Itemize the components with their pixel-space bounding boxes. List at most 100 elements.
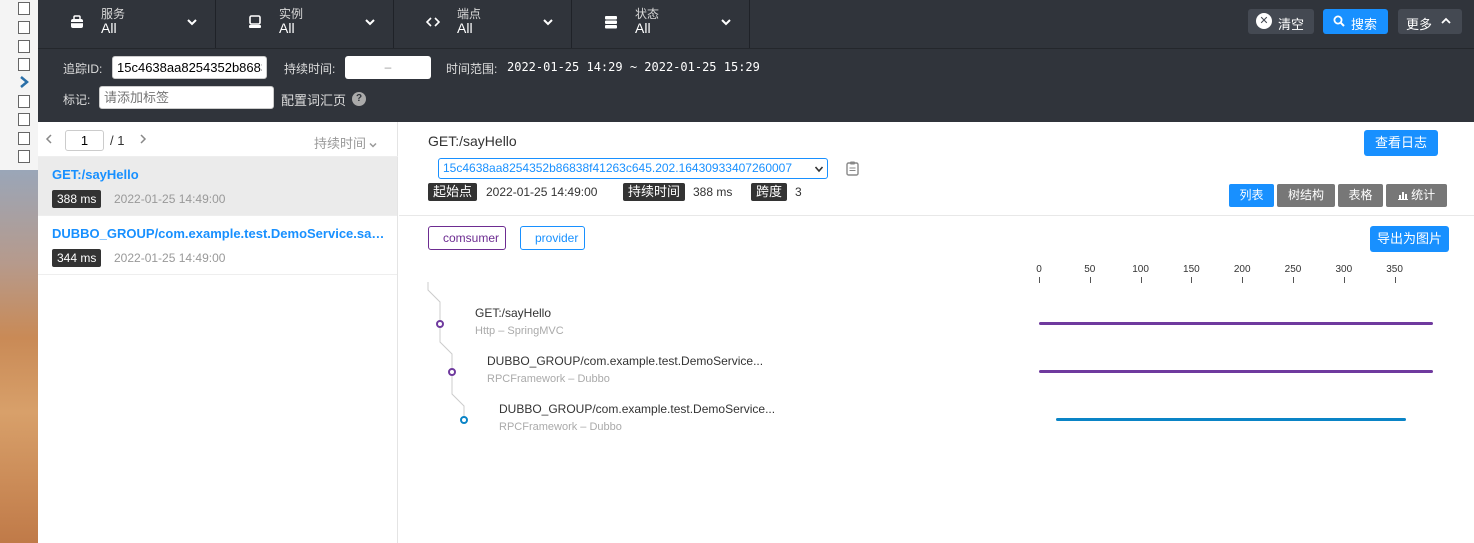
- span-name[interactable]: DUBBO_GROUP/com.example.test.DemoService…: [499, 402, 775, 416]
- file-icon: [18, 132, 30, 145]
- chevron-up-icon: [1441, 17, 1451, 24]
- file-icon: [18, 95, 30, 108]
- chevron-right-icon: [20, 76, 29, 88]
- sort-by-duration[interactable]: 持续时间: [314, 133, 378, 152]
- chevron-left-icon[interactable]: [44, 132, 54, 146]
- help-icon[interactable]: ?: [352, 92, 366, 106]
- more-button[interactable]: 更多: [1398, 9, 1462, 34]
- span-component: RPCFramework – Dubbo: [499, 421, 622, 433]
- trace-time: 2022-01-25 14:49:00: [114, 251, 226, 265]
- file-icon: [18, 113, 30, 126]
- span-component: RPCFramework – Dubbo: [487, 373, 610, 385]
- legend-provider-chip: provider: [520, 226, 586, 250]
- view-list-button[interactable]: 列表: [1229, 184, 1274, 207]
- legend-consumer-chip: comsumer: [428, 226, 507, 250]
- bar-chart-icon: [1397, 192, 1408, 200]
- endpoint-icon: [426, 17, 440, 27]
- start-value: 2022-01-25 14:49:00: [486, 185, 598, 199]
- clear-button[interactable]: ✕ 清空: [1248, 9, 1314, 34]
- trace-id-select[interactable]: 15c4638aa8254352b86838f41263c645.202.164…: [438, 158, 828, 179]
- search-icon: [1333, 15, 1345, 27]
- page-number-input[interactable]: [65, 130, 104, 151]
- view-tree-button[interactable]: 树结构: [1277, 184, 1335, 207]
- page-total: / 1: [110, 133, 125, 148]
- span-duration-bar[interactable]: [1056, 418, 1406, 421]
- desktop-background: [0, 0, 38, 543]
- view-statistics-label: 统计: [1411, 188, 1436, 202]
- chevron-down-icon: [721, 19, 731, 26]
- span-name[interactable]: GET:/sayHello: [475, 306, 551, 320]
- axis-tick-label: 250: [1284, 264, 1302, 275]
- tag-input[interactable]: [99, 86, 274, 109]
- span-duration-bar[interactable]: [1039, 370, 1434, 373]
- trace-list-panel: / 1 持续时间 GET:/sayHello 388 ms 2022-01-25…: [38, 122, 398, 543]
- status-value: All: [635, 20, 651, 36]
- duration-badge: 344 ms: [52, 249, 102, 267]
- axis-tick-label: 100: [1132, 264, 1149, 275]
- span-tree-connectors: [427, 282, 468, 424]
- top-filter-bar: 服务 All 实例 All 端点 All 状态 All ✕ 清空 搜索 更多: [38, 0, 1474, 48]
- desktop-file-list: [0, 0, 38, 170]
- search-label: 搜索: [1351, 17, 1378, 32]
- status-selector[interactable]: 状态 All: [572, 0, 750, 48]
- instance-selector[interactable]: 实例 All: [216, 0, 394, 48]
- start-label-tag: 起始点: [428, 183, 478, 201]
- clipboard-icon[interactable]: [846, 161, 859, 176]
- service-icon: [71, 15, 83, 28]
- endpoint-selector[interactable]: 端点 All: [394, 0, 572, 48]
- close-circle-icon: ✕: [1256, 13, 1272, 29]
- duration-badge: 388 ms: [52, 190, 102, 208]
- axis-tick-label: 150: [1183, 264, 1200, 275]
- duration-label: 持续时间:: [284, 62, 336, 76]
- service-value: All: [101, 20, 117, 36]
- view-logs-button[interactable]: 查看日志: [1364, 130, 1438, 156]
- advanced-filter-panel: 追踪ID: 持续时间: – 时间范围: 2022-01-25 14:29 ~ 2…: [38, 48, 1474, 115]
- header-spacer: [38, 115, 1474, 122]
- sort-label: 持续时间: [314, 136, 367, 151]
- axis-tick-mark: [1140, 277, 1142, 283]
- axis-tick-mark: [1242, 277, 1244, 283]
- axis-tick-label: 0: [1036, 264, 1042, 275]
- axis-tick-mark: [1089, 277, 1091, 283]
- file-icon: [18, 2, 30, 15]
- trace-name: GET:/sayHello: [52, 167, 139, 182]
- axis-tick-mark: [1039, 277, 1040, 283]
- search-button[interactable]: 搜索: [1323, 9, 1388, 34]
- trace-id-input[interactable]: [112, 56, 267, 79]
- span-component: Http – SpringMVC: [475, 325, 564, 337]
- trace-meta: 起始点 2022-01-25 14:49:00 持续时间 388 ms 跨度 3: [428, 183, 848, 201]
- chevron-down-icon: [187, 19, 197, 26]
- trace-detail-title: GET:/sayHello: [428, 133, 517, 149]
- trace-list-item[interactable]: GET:/sayHello 388 ms 2022-01-25 14:49:00: [38, 157, 397, 216]
- duration-range-input[interactable]: –: [345, 56, 431, 79]
- span-count-label-tag: 跨度: [751, 183, 788, 201]
- service-selector[interactable]: 服务 All: [38, 0, 216, 48]
- endpoint-value: All: [457, 20, 473, 36]
- span-count-value: 3: [795, 185, 802, 199]
- axis-tick-mark: [1343, 277, 1345, 283]
- axis-tick-label: 350: [1386, 264, 1403, 275]
- view-table-button[interactable]: 表格: [1338, 184, 1383, 207]
- file-icon: [18, 150, 30, 163]
- config-vocabulary-link[interactable]: 配置词汇页: [281, 90, 346, 109]
- axis-tick-mark: [1293, 277, 1294, 283]
- more-label: 更多: [1406, 17, 1433, 32]
- trace-name: DUBBO_GROUP/com.example.test.DemoService…: [52, 226, 387, 241]
- axis-tick-label: 200: [1233, 264, 1251, 275]
- span-duration-bar[interactable]: [1039, 322, 1434, 325]
- export-image-button[interactable]: 导出为图片: [1370, 226, 1449, 252]
- file-icon: [18, 58, 30, 71]
- file-icon: [18, 21, 30, 34]
- legend-provider-label: provider: [535, 231, 579, 245]
- duration-label-tag: 持续时间: [623, 183, 686, 201]
- axis-tick-mark: [1394, 277, 1396, 283]
- chevron-right-icon[interactable]: [138, 132, 148, 146]
- time-range-label: 时间范围:: [446, 62, 498, 76]
- trace-list-item[interactable]: DUBBO_GROUP/com.example.test.DemoService…: [38, 216, 397, 275]
- legend-consumer-label: comsumer: [443, 231, 500, 245]
- divider: [399, 215, 1474, 216]
- span-name[interactable]: DUBBO_GROUP/com.example.test.DemoService…: [487, 354, 763, 368]
- view-statistics-button[interactable]: 统计: [1386, 184, 1447, 207]
- time-range-value[interactable]: 2022-01-25 14:29 ~ 2022-01-25 15:29: [507, 60, 760, 74]
- file-icon: [18, 40, 30, 53]
